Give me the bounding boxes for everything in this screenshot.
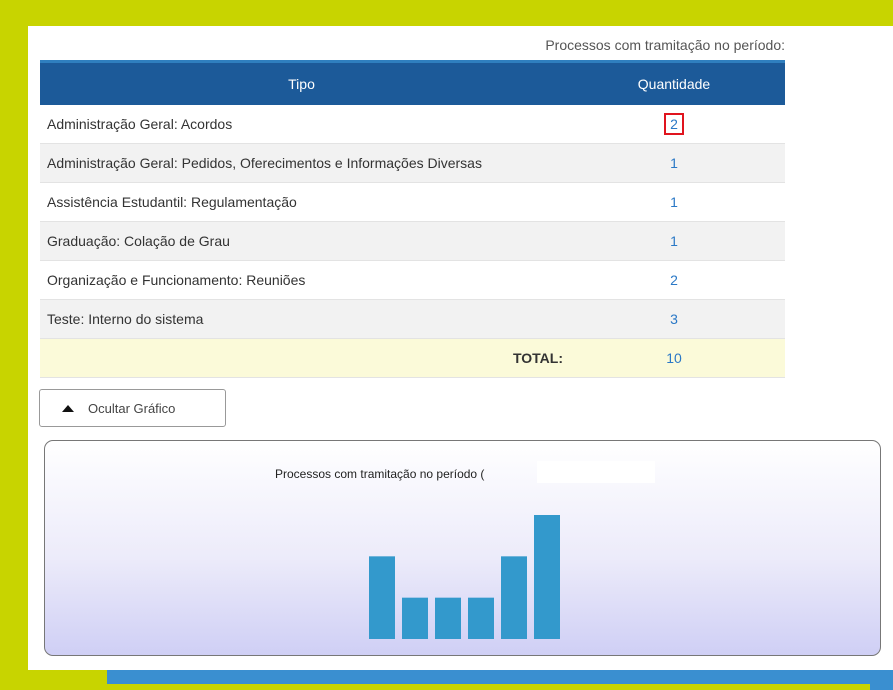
table-row: Teste: Interno do sistema 3: [40, 299, 785, 339]
total-label: TOTAL:: [40, 338, 563, 378]
table-row: Organização e Funcionamento: Reuniões 2: [40, 260, 785, 300]
report-panel: Processos com tramitação no período: Tip…: [28, 26, 893, 670]
row-quantidade-cell: 3: [563, 299, 785, 339]
hide-chart-label: Ocultar Gráfico: [88, 400, 176, 416]
row-tipo: Administração Geral: Acordos: [40, 105, 563, 144]
table-header-row: Tipo Quantidade: [40, 60, 785, 105]
processes-table: Tipo Quantidade Administração Geral: Aco…: [40, 60, 785, 378]
chart-bar[interactable]: [534, 515, 560, 639]
chart-container: Processos com tramitação no período (: [44, 440, 881, 656]
quantidade-link[interactable]: 1: [670, 155, 678, 171]
chart-bar[interactable]: [501, 556, 527, 639]
total-row: TOTAL: 10: [40, 338, 785, 378]
total-value-link[interactable]: 10: [666, 350, 682, 366]
table-row: Administração Geral: Pedidos, Oferecimen…: [40, 143, 785, 183]
total-value-cell: 10: [563, 338, 785, 378]
row-tipo: Assistência Estudantil: Regulamentação: [40, 182, 563, 222]
table-row: Administração Geral: Acordos 2: [40, 105, 785, 144]
row-tipo: Organização e Funcionamento: Reuniões: [40, 260, 563, 300]
row-quantidade-cell: 1: [563, 182, 785, 222]
table-caption: Processos com tramitação no período:: [545, 37, 785, 53]
quantidade-link[interactable]: 3: [670, 311, 678, 327]
column-header-quantidade[interactable]: Quantidade: [563, 60, 785, 105]
hide-chart-button[interactable]: Ocultar Gráfico: [39, 389, 226, 427]
row-quantidade-cell: 1: [563, 221, 785, 261]
quantidade-link[interactable]: 2: [670, 272, 678, 288]
row-quantidade-cell: 1: [563, 143, 785, 183]
quantidade-link[interactable]: 1: [670, 233, 678, 249]
column-header-tipo[interactable]: Tipo: [40, 60, 563, 105]
chart-bar[interactable]: [435, 597, 461, 639]
table-row: Assistência Estudantil: Regulamentação 1: [40, 182, 785, 222]
chart-bar[interactable]: [402, 597, 428, 639]
row-tipo: Graduação: Colação de Grau: [40, 221, 563, 261]
quantidade-link[interactable]: 2: [664, 113, 684, 135]
row-tipo: Teste: Interno do sistema: [40, 299, 563, 339]
chart-bar[interactable]: [369, 556, 395, 639]
row-quantidade-cell: 2: [563, 105, 785, 144]
bar-chart: [369, 515, 560, 639]
row-quantidade-cell: 2: [563, 260, 785, 300]
quantidade-link[interactable]: 1: [670, 194, 678, 210]
triangle-up-icon: [62, 404, 74, 412]
row-tipo: Administração Geral: Pedidos, Oferecimen…: [40, 143, 563, 183]
table-row: Graduação: Colação de Grau 1: [40, 221, 785, 261]
chart-bar[interactable]: [468, 597, 494, 639]
